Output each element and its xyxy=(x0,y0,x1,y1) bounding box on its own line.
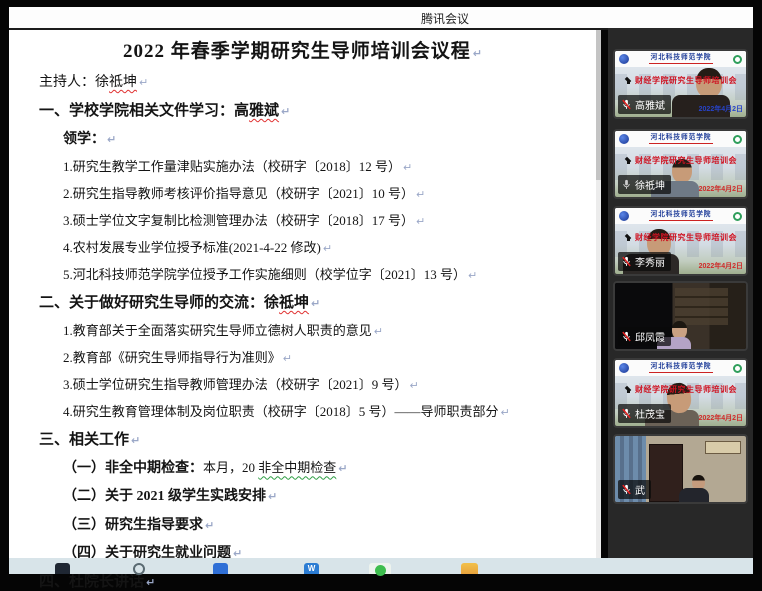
window-titlebar: 腾讯会议 xyxy=(9,7,753,30)
meeting-banner: 财经学院研究生导师培训会 xyxy=(615,232,746,243)
participants-sidebar[interactable]: 河北科技师范学院 财经学院研究生导师培训会 高雅斌 2022年4月2日 河北科技… xyxy=(608,28,753,558)
mic-on-icon xyxy=(621,179,632,190)
school-banner: 河北科技师范学院 xyxy=(615,360,746,376)
participant-tile[interactable]: 武 xyxy=(613,434,748,504)
spellcheck-underline: 祗坤 xyxy=(279,295,309,311)
school-logo-icon xyxy=(619,54,629,64)
list-item: 4.农村发展专业学位授予标准(2021-4-22 修改)↵ xyxy=(39,241,567,256)
window-title: 腾讯会议 xyxy=(421,10,469,27)
list-item: 4.研究生教育管理体制及岗位职责（校研字〔2018〕5 号）——导师职责部分↵ xyxy=(39,405,567,420)
participant-nametag: 邱凤霞 xyxy=(618,327,671,346)
muted-mic-icon xyxy=(621,256,632,267)
list-item: 1.教育部关于全面落实研究生导师立德树人职责的意见↵ xyxy=(39,324,567,339)
participant-tile[interactable]: 邱凤霞 xyxy=(613,281,748,351)
scrollbar-thumb[interactable] xyxy=(596,30,601,180)
screen: { "window": { "title": "腾讯会议" }, "doc": … xyxy=(0,0,762,574)
list-item: 3.硕士学位文字复制比检测管理办法（校研字〔2018〕17 号）↵ xyxy=(39,214,567,229)
college-logo-icon xyxy=(733,364,742,373)
school-banner: 河北科技师范学院 xyxy=(615,51,746,67)
school-logo-icon xyxy=(619,363,629,373)
muted-mic-icon xyxy=(621,99,632,110)
list-item: 1.研究生教学工作量津贴实施办法（校研字〔2018〕12 号）↵ xyxy=(39,160,567,175)
muted-mic-icon xyxy=(621,331,632,342)
spellcheck-underline: 祗坤 xyxy=(109,75,137,90)
muted-mic-icon xyxy=(621,484,632,495)
section-2-heading: 二、关于做好研究生导师的交流：徐祗坤↵ xyxy=(39,295,567,312)
list-item: 3.硕士学位研究生指导教师管理办法（校研字〔2021〕9 号）↵ xyxy=(39,378,567,393)
work-item-3: （三）研究生指导要求↵ xyxy=(39,518,567,534)
paragraph-mark: ↵ xyxy=(473,47,483,60)
windows-taskbar[interactable]: W xyxy=(9,558,753,574)
participant-tile[interactable]: 河北科技师范学院 财经学院研究生导师培训会 高雅斌 2022年4月2日 xyxy=(613,49,748,119)
school-name: 河北科技师范学院 xyxy=(651,54,712,61)
school-logo-icon xyxy=(619,211,629,221)
meeting-banner: 财经学院研究生导师培训会 xyxy=(615,75,746,86)
college-logo-icon xyxy=(733,135,742,144)
graduation-cap-icon xyxy=(624,235,632,240)
section-1-heading: 一、学校学院相关文件学习：高雅斌↵ xyxy=(39,103,567,120)
search-icon[interactable] xyxy=(133,563,145,575)
list-item: 5.河北科技师范学院学位授予工作实施细则（校学位字〔2021〕13 号）↵ xyxy=(39,268,567,283)
wechat-app-icon[interactable] xyxy=(369,563,391,574)
host-line: 主持人：徐祗坤↵ xyxy=(39,75,567,91)
document-title: 2022 年春季学期研究生导师培训会议程↵ xyxy=(39,36,567,63)
participant-tile[interactable]: 河北科技师范学院 财经学院研究生导师培训会 李秀丽 2022年4月2日 xyxy=(613,206,748,276)
graduation-cap-icon xyxy=(624,78,632,83)
participant-tile[interactable]: 河北科技师范学院 财经学院研究生导师培训会 徐祗坤 2022年4月2日 xyxy=(613,129,748,199)
school-name: 河北科技师范学院 xyxy=(651,363,712,370)
muted-mic-icon xyxy=(621,408,632,419)
date-overlay: 2022年4月2日 xyxy=(699,104,743,114)
participant-nametag: 高雅斌 xyxy=(618,95,671,114)
participant-tile[interactable]: 河北科技师范学院 财经学院研究生导师培训会 杜茂宝 2022年4月2日 xyxy=(613,358,748,428)
participant-person xyxy=(688,475,709,502)
school-logo-icon xyxy=(619,134,629,144)
date-overlay: 2022年4月2日 xyxy=(699,184,743,194)
college-logo-icon xyxy=(733,55,742,64)
section-3-heading: 三、相关工作↵ xyxy=(39,432,567,449)
cabinet xyxy=(649,444,683,502)
document-body: 2022 年春季学期研究生导师培训会议程↵ 主持人：徐祗坤↵ 一、学校学院相关文… xyxy=(9,30,601,591)
section-4-heading: 四、杜院长讲话↵ xyxy=(39,574,567,591)
calligraphy-frame xyxy=(705,441,741,454)
word-app-icon[interactable]: W xyxy=(304,563,319,574)
school-name: 河北科技师范学院 xyxy=(651,134,712,141)
list-item: 2.研究生指导教师考核评价指导意见（校研字〔2021〕10 号）↵ xyxy=(39,187,567,202)
graduation-cap-icon xyxy=(624,158,632,163)
bookshelf xyxy=(675,288,727,324)
meeting-banner: 财经学院研究生导师培训会 xyxy=(615,384,746,395)
list-item: 2.教育部《研究生导师指导行为准则》↵ xyxy=(39,351,567,366)
participant-nametag: 杜茂宝 xyxy=(618,404,671,423)
lingxue-label: 领学：↵ xyxy=(39,132,567,148)
file-explorer-icon[interactable] xyxy=(461,563,478,574)
start-button-icon[interactable] xyxy=(55,563,70,574)
spellcheck-underline: 雅斌 xyxy=(249,103,279,119)
college-logo-icon xyxy=(733,212,742,221)
meeting-banner: 财经学院研究生导师培训会 xyxy=(615,155,746,166)
document-scrollbar[interactable] xyxy=(596,30,601,558)
school-banner: 河北科技师范学院 xyxy=(615,131,746,147)
school-banner: 河北科技师范学院 xyxy=(615,208,746,224)
work-item-1: （一）非全中期检查：本月，20 非全中期检查↵ xyxy=(39,461,567,477)
participant-nametag: 武 xyxy=(618,480,651,499)
date-overlay: 2022年4月2日 xyxy=(699,261,743,271)
school-name: 河北科技师范学院 xyxy=(651,211,712,218)
participant-nametag: 徐祗坤 xyxy=(618,175,671,194)
grammar-underline: 非全中期检查 xyxy=(258,460,336,475)
graduation-cap-icon xyxy=(624,387,632,392)
participant-nametag: 李秀丽 xyxy=(618,252,671,271)
shared-document: 2022 年春季学期研究生导师培训会议程↵ 主持人：徐祗坤↵ 一、学校学院相关文… xyxy=(9,30,601,558)
work-item-2: （二）关于 2021 级学生实践安排↵ xyxy=(39,489,567,505)
date-overlay: 2022年4月2日 xyxy=(699,413,743,423)
mail-app-icon[interactable] xyxy=(213,563,228,574)
